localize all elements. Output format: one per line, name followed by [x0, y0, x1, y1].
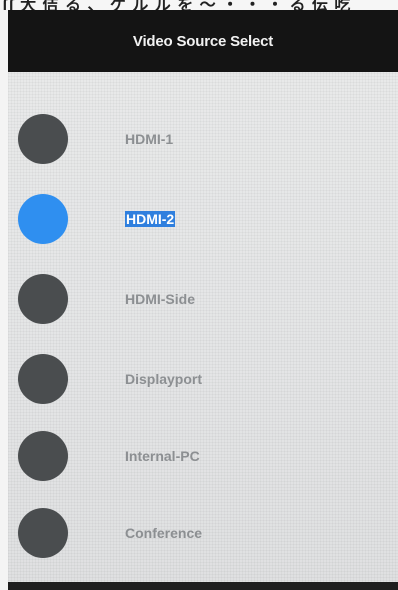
top-cropped-text-strip: ʃʃ ⼤ 佶 る 、 ケ ル ル を 〜 ・ ・ ・ る 伝 吃 — [0, 0, 398, 10]
device-screen: Video Source Select HDMI-1 HDMI-2 HDMI-S… — [8, 10, 398, 590]
source-option-conference[interactable]: Conference — [18, 501, 388, 565]
radio-icon[interactable] — [18, 431, 68, 481]
radio-icon[interactable] — [18, 114, 68, 164]
radio-icon[interactable] — [18, 354, 68, 404]
source-option-displayport[interactable]: Displayport — [18, 347, 388, 411]
source-option-hdmi-1[interactable]: HDMI-1 — [18, 107, 388, 171]
source-label-selected: HDMI-2 — [125, 211, 176, 227]
source-label: HDMI-1 — [125, 131, 174, 147]
source-option-hdmi-2[interactable]: HDMI-2 — [18, 187, 388, 251]
screen-bottom-bezel — [8, 582, 398, 590]
source-option-internal-pc[interactable]: Internal-PC — [18, 424, 388, 488]
radio-selected-icon[interactable] — [18, 194, 68, 244]
radio-icon[interactable] — [18, 508, 68, 558]
source-option-hdmi-side[interactable]: HDMI-Side — [18, 267, 388, 331]
radio-icon[interactable] — [18, 274, 68, 324]
source-label: HDMI-Side — [125, 291, 195, 307]
photo-frame: ʃʃ ⼤ 佶 る 、 ケ ル ル を 〜 ・ ・ ・ る 伝 吃 Video S… — [0, 0, 398, 590]
source-label: Displayport — [125, 371, 203, 387]
top-cropped-text: ʃʃ ⼤ 佶 る 、 ケ ル ル を 〜 ・ ・ ・ る 伝 吃 — [2, 0, 352, 10]
title-bar: Video Source Select — [8, 10, 398, 72]
page-title: Video Source Select — [132, 32, 274, 50]
source-label: Internal-PC — [125, 448, 200, 464]
source-label: Conference — [125, 525, 203, 541]
